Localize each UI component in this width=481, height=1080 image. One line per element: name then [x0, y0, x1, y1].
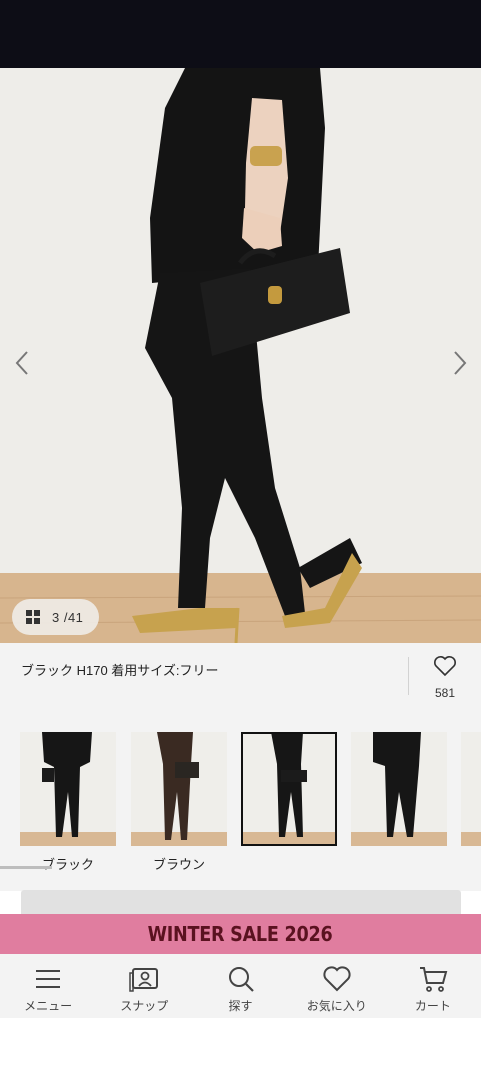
heart-icon — [434, 656, 456, 677]
color-thumbnail-5[interactable] — [461, 732, 481, 846]
favorite-count: 581 — [434, 686, 456, 700]
bottom-tab-bar: メニュー スナップ 探す お気に入り カート — [0, 954, 481, 1018]
tab-search[interactable]: 探す — [192, 954, 288, 1018]
thumbnail-scroll-indicator — [0, 866, 52, 869]
color-label-brown: ブラウン — [152, 857, 205, 872]
image-counter-button[interactable]: 3 /41 — [12, 599, 99, 635]
color-label-black: ブラック — [41, 857, 94, 872]
previous-image-arrow-icon[interactable] — [8, 348, 38, 378]
model-caption: ブラック H170 着用サイズ:フリー — [21, 663, 219, 678]
favorite-button[interactable]: 581 — [425, 655, 465, 700]
tab-menu[interactable]: メニュー — [0, 954, 96, 1018]
grid-icon — [26, 610, 40, 624]
divider — [408, 657, 409, 695]
bottom-safe-area — [0, 1018, 481, 1080]
status-bar — [0, 0, 481, 68]
product-info: ブラック H170 着用サイズ:フリー 581 — [0, 643, 481, 723]
tab-menu-label: メニュー — [24, 999, 73, 1013]
cart-icon — [419, 967, 448, 992]
tab-favorites-label: お気に入り — [306, 999, 367, 1013]
product-photo — [0, 68, 481, 643]
image-counter-text: 3 /41 — [52, 609, 84, 625]
tab-favorites[interactable]: お気に入り — [289, 954, 385, 1018]
color-thumbnail-brown[interactable] — [131, 732, 227, 846]
tab-cart-label: カート — [414, 999, 451, 1013]
tab-search-label: 探す — [228, 999, 253, 1013]
color-thumbnail-black[interactable] — [20, 732, 116, 846]
menu-icon — [36, 970, 61, 988]
search-icon — [228, 967, 254, 992]
heart-icon — [323, 966, 351, 992]
color-variant-list: ブラック ブラウン — [0, 723, 481, 891]
color-thumbnail-selected[interactable] — [241, 732, 337, 846]
winter-sale-banner[interactable]: WINTER SALE 2026 — [0, 914, 481, 954]
snap-icon — [129, 968, 159, 992]
color-thumbnail-4[interactable] — [351, 732, 447, 846]
tab-snap[interactable]: スナップ — [96, 954, 192, 1018]
next-image-arrow-icon[interactable] — [444, 348, 474, 378]
product-image-carousel[interactable]: 3 /41 — [0, 68, 481, 643]
tab-cart[interactable]: カート — [385, 954, 481, 1018]
sale-banner-text: WINTER SALE 2026 — [148, 922, 333, 946]
tab-snap-label: スナップ — [120, 999, 169, 1013]
